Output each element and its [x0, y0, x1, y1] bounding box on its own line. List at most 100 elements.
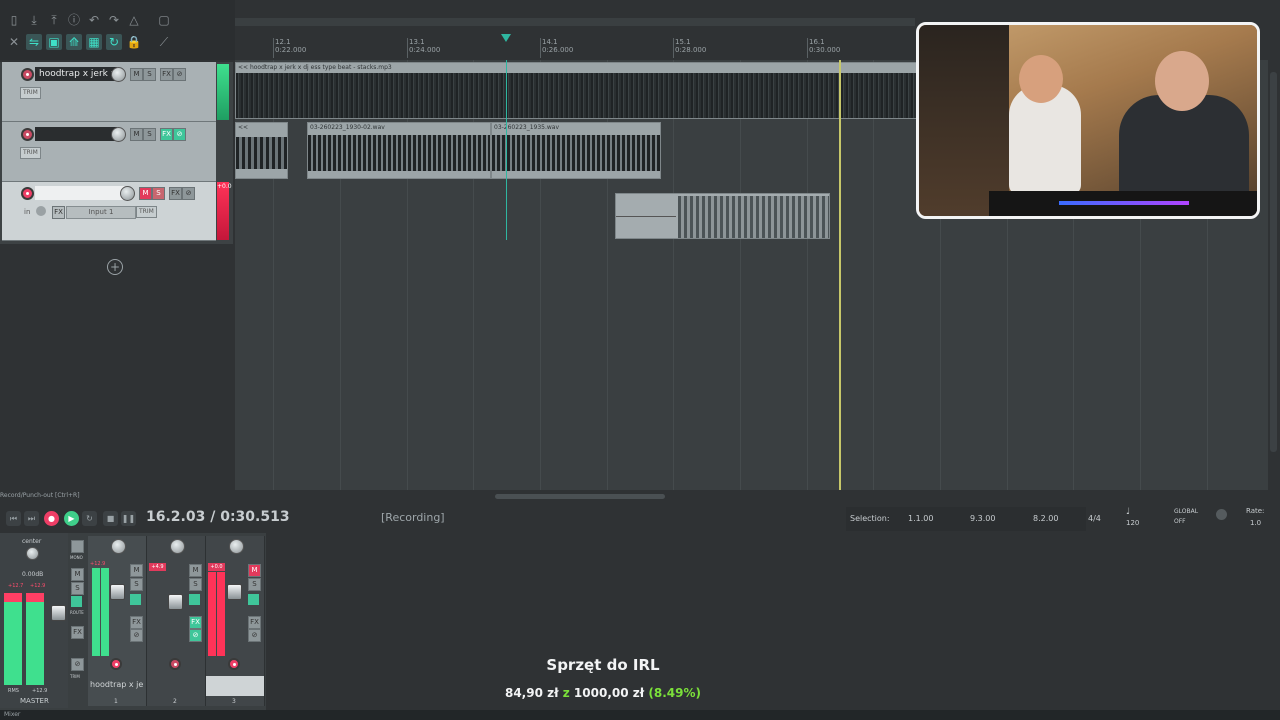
- record-arm-button[interactable]: [21, 187, 34, 200]
- volume-knob[interactable]: [120, 186, 135, 201]
- record-arm-button[interactable]: [110, 658, 122, 670]
- record-button[interactable]: ●: [44, 511, 59, 526]
- mute-button[interactable]: M: [139, 187, 152, 200]
- master-fx-button[interactable]: FX: [71, 626, 84, 639]
- track-1-header[interactable]: hoodtrap x jerk x M S FX ⊘ TRIM: [2, 62, 216, 122]
- global-automation-state[interactable]: OFF: [1174, 518, 1186, 525]
- scrollbar-thumb[interactable]: [495, 494, 665, 499]
- phase-button[interactable]: ⊘: [182, 187, 195, 200]
- global-automation-label[interactable]: GLOBAL: [1174, 508, 1198, 515]
- monitor-in-icon[interactable]: in: [24, 208, 30, 216]
- phase-button[interactable]: ⊘: [173, 128, 186, 141]
- phase-button[interactable]: ⊘: [189, 629, 202, 642]
- vertical-scrollbar[interactable]: [1268, 60, 1280, 490]
- time-display[interactable]: 16.2.03 / 0:30.513: [146, 509, 290, 525]
- env-icon[interactable]: [189, 594, 200, 605]
- take-audio-item-3[interactable]: 03-260223_1935.wav: [491, 122, 661, 179]
- new-project-icon[interactable]: ▯: [6, 12, 22, 28]
- record-arm-button[interactable]: [21, 68, 34, 81]
- project-settings-icon[interactable]: ⓘ: [66, 12, 82, 28]
- volume-fader[interactable]: [227, 584, 242, 600]
- volume-knob[interactable]: [111, 67, 126, 82]
- redo-icon[interactable]: ↷: [106, 12, 122, 28]
- track-name[interactable]: [35, 186, 125, 200]
- fx-button[interactable]: FX: [169, 187, 182, 200]
- pan-knob[interactable]: [170, 539, 185, 554]
- track-name[interactable]: hoodtrap x jerk x: [35, 67, 117, 81]
- stop-button[interactable]: ■: [103, 511, 118, 526]
- mute-button[interactable]: M: [248, 564, 261, 577]
- pause-button[interactable]: ❚❚: [121, 511, 136, 526]
- master-io-button[interactable]: [71, 540, 84, 553]
- scrollbar-thumb[interactable]: [1270, 72, 1277, 452]
- master-mute-button[interactable]: M: [71, 568, 84, 581]
- phase-button[interactable]: ⊘: [173, 68, 186, 81]
- mixer-tab[interactable]: Mixer: [4, 710, 20, 720]
- mono-label[interactable]: MONO: [70, 555, 83, 560]
- volume-fader[interactable]: [110, 584, 125, 600]
- recording-item[interactable]: [615, 193, 830, 239]
- playhead-marker-icon[interactable]: [501, 34, 511, 42]
- take-audio-item-2[interactable]: 03-260223_1930-02.wav: [307, 122, 491, 179]
- track-name[interactable]: [35, 127, 117, 141]
- fx-button[interactable]: FX: [248, 616, 261, 629]
- route-label[interactable]: ROUTE: [70, 610, 84, 615]
- master-pan-knob[interactable]: [26, 547, 39, 560]
- track-3-header[interactable]: M S FX ⊘ in FX Input 1 TRIM: [2, 182, 216, 241]
- env-icon[interactable]: [248, 594, 259, 605]
- phase-button[interactable]: ⊘: [248, 629, 261, 642]
- volume-knob[interactable]: [111, 127, 126, 142]
- mute-button[interactable]: M: [130, 564, 143, 577]
- mute-button[interactable]: M: [130, 68, 143, 81]
- fx-button[interactable]: FX: [130, 616, 143, 629]
- record-arm-button[interactable]: [169, 658, 181, 670]
- add-track-icon[interactable]: +: [107, 259, 123, 275]
- volume-fader[interactable]: [168, 594, 183, 610]
- master-fader[interactable]: [51, 605, 66, 621]
- rate-value[interactable]: 1.0: [1250, 519, 1261, 527]
- solo-button[interactable]: S: [130, 578, 143, 591]
- fx-button[interactable]: FX: [189, 616, 202, 629]
- lock-icon[interactable]: 🔒: [126, 34, 142, 50]
- loop-icon[interactable]: ↻: [106, 34, 122, 50]
- grid-icon[interactable]: ▦: [86, 34, 102, 50]
- save-project-icon[interactable]: ⤒: [46, 12, 62, 28]
- input-fx-button[interactable]: FX: [52, 206, 65, 219]
- master-trim-label[interactable]: TRIM: [70, 674, 80, 679]
- open-project-icon[interactable]: ⤓: [26, 12, 42, 28]
- solo-button[interactable]: S: [143, 128, 156, 141]
- grid-snap-icon[interactable]: ✕: [6, 34, 22, 50]
- ripple-edit-icon[interactable]: ⇋: [26, 34, 42, 50]
- selection-start[interactable]: 1.1.00: [908, 514, 933, 523]
- selection-end[interactable]: 9.3.00: [970, 514, 995, 523]
- play-button[interactable]: ▶: [64, 511, 79, 526]
- trim-button[interactable]: TRIM: [20, 147, 41, 159]
- solo-button[interactable]: S: [143, 68, 156, 81]
- master-phase-button[interactable]: ⊘: [71, 658, 84, 671]
- tempo-bpm[interactable]: 120: [1126, 519, 1139, 527]
- fx-button[interactable]: FX: [160, 68, 173, 81]
- solo-button[interactable]: S: [152, 187, 165, 200]
- mute-button[interactable]: M: [189, 564, 202, 577]
- mute-button[interactable]: M: [130, 128, 143, 141]
- input-select[interactable]: Input 1: [66, 206, 136, 219]
- monitor-toggle[interactable]: [36, 206, 46, 216]
- undo-icon[interactable]: ↶: [86, 12, 102, 28]
- fx-button[interactable]: FX: [160, 128, 173, 141]
- take-audio-item-1[interactable]: <<: [235, 122, 288, 179]
- go-to-start-icon[interactable]: ⏮: [6, 511, 21, 526]
- beat-audio-item[interactable]: << hoodtrap x jerk x dj ess type beat - …: [235, 62, 925, 119]
- blank-toolbar-icon[interactable]: ▢: [156, 12, 172, 28]
- trim-button[interactable]: TRIM: [136, 206, 157, 218]
- envelope-icon[interactable]: ⟋: [156, 34, 172, 50]
- env-icon[interactable]: [130, 594, 141, 605]
- record-arm-button[interactable]: [21, 128, 34, 141]
- record-arm-button[interactable]: [228, 658, 240, 670]
- strip-name[interactable]: [206, 676, 264, 696]
- ruler-region-bar[interactable]: [235, 18, 915, 26]
- metronome-icon[interactable]: △: [126, 12, 142, 28]
- pan-knob[interactable]: [229, 539, 244, 554]
- time-signature[interactable]: 4/4: [1088, 514, 1101, 523]
- rate-knob[interactable]: [1216, 509, 1227, 520]
- phase-button[interactable]: ⊘: [130, 629, 143, 642]
